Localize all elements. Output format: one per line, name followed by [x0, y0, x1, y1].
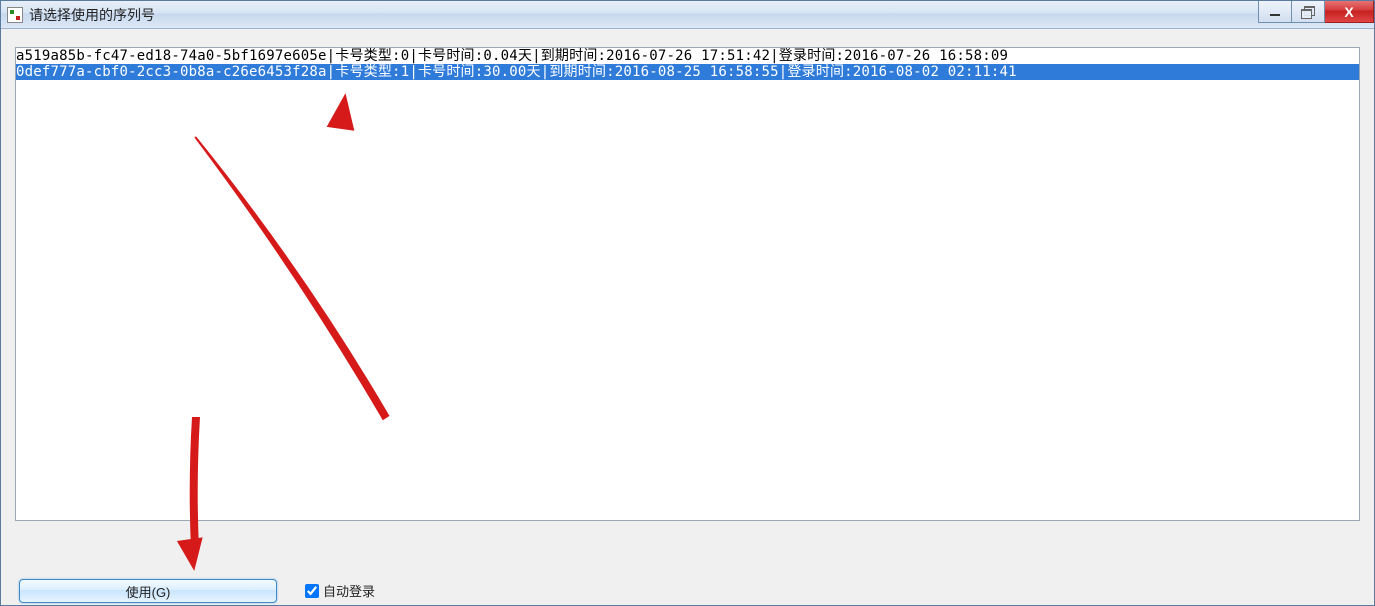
- use-button-label: 使用(G): [126, 582, 171, 601]
- dialog-window: 请选择使用的序列号 X a519a85b-fc47-ed18-74a0-5bf1…: [0, 0, 1375, 606]
- app-icon: [7, 7, 23, 23]
- annotation-arrowhead-icon: [177, 537, 207, 572]
- window-controls: X: [1259, 1, 1374, 23]
- use-button[interactable]: 使用(G): [19, 579, 277, 603]
- close-button[interactable]: X: [1324, 1, 1374, 23]
- minimize-button[interactable]: [1258, 1, 1292, 23]
- serial-list[interactable]: a519a85b-fc47-ed18-74a0-5bf1697e605e|卡号类…: [15, 47, 1360, 521]
- window-title: 请选择使用的序列号: [29, 5, 155, 25]
- auto-login-label: 自动登录: [323, 581, 375, 600]
- auto-login-input[interactable]: [305, 584, 319, 598]
- titlebar[interactable]: 请选择使用的序列号 X: [1, 1, 1374, 29]
- maximize-button[interactable]: [1291, 1, 1325, 23]
- list-item[interactable]: a519a85b-fc47-ed18-74a0-5bf1697e605e|卡号类…: [16, 48, 1359, 64]
- bottom-bar: 使用(G) 自动登录: [19, 579, 375, 605]
- list-item[interactable]: 0def777a-cbf0-2cc3-0b8a-c26e6453f28a|卡号类…: [16, 64, 1359, 80]
- auto-login-checkbox[interactable]: 自动登录: [305, 581, 375, 600]
